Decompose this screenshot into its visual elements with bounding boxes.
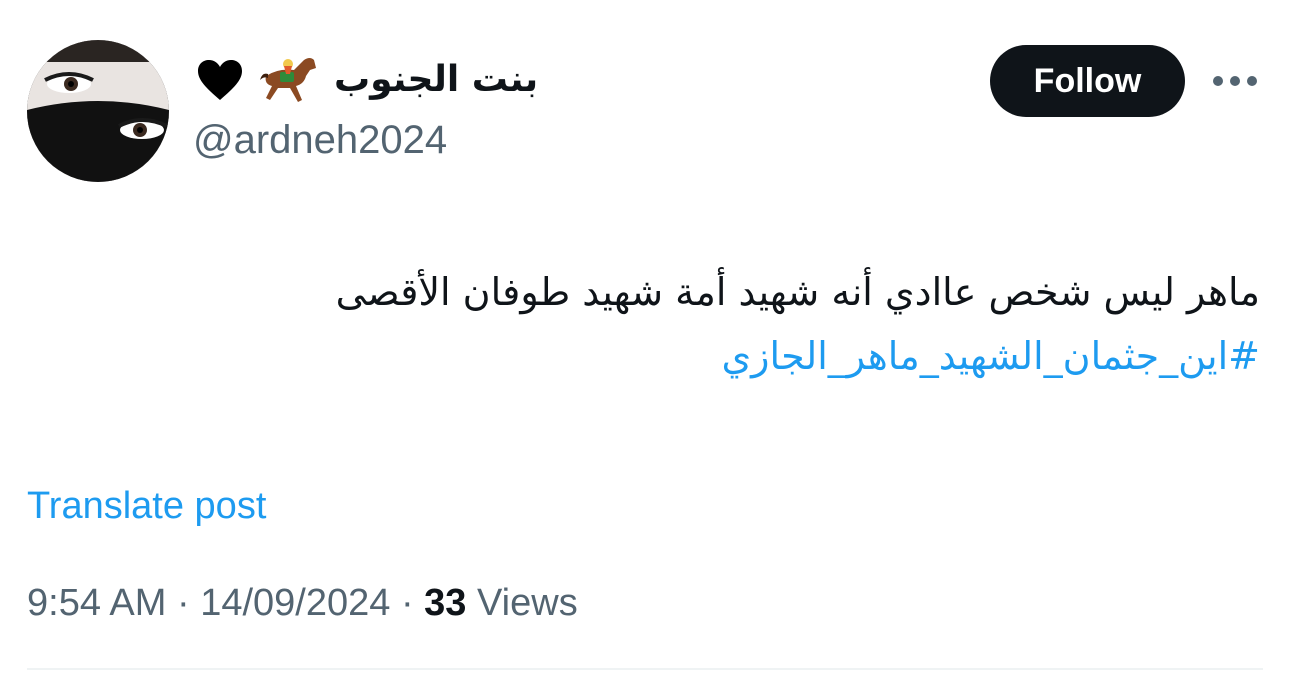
views-label: Views [477,582,578,624]
black-heart-emoji-icon [196,58,244,102]
follow-button[interactable]: Follow [990,45,1185,117]
post-text: ماهر ليس شخص عاادي أنه شهيد أمة شهيد طوف… [335,270,1260,314]
meta-separator: · [400,582,414,624]
author-name-row[interactable]: بنت الجنوب [196,52,538,108]
post-date[interactable]: 14/09/2024 [200,582,390,624]
post-time[interactable]: 9:54 AM [27,582,166,624]
post-metadata: 9:54 AM · 14/09/2024 · 33 Views [27,581,578,627]
more-options-button[interactable] [1210,60,1260,102]
translate-post-link[interactable]: Translate post [27,484,266,530]
views-count: 33 [424,582,467,624]
ellipsis-icon [1213,76,1257,86]
avatar-image [27,40,169,182]
avatar[interactable] [27,40,169,182]
hashtag-link[interactable]: #اين_جثمان_الشهيد_ماهر_الجازي [30,324,1260,388]
post-text-block: ماهر ليس شخص عاادي أنه شهيد أمة شهيد طوف… [30,260,1260,388]
divider [27,668,1263,670]
user-handle[interactable]: @ardneh2024 [193,118,447,162]
display-name: بنت الجنوب [334,59,539,100]
meta-separator: · [176,582,190,624]
horse-racing-emoji-icon [258,54,320,106]
